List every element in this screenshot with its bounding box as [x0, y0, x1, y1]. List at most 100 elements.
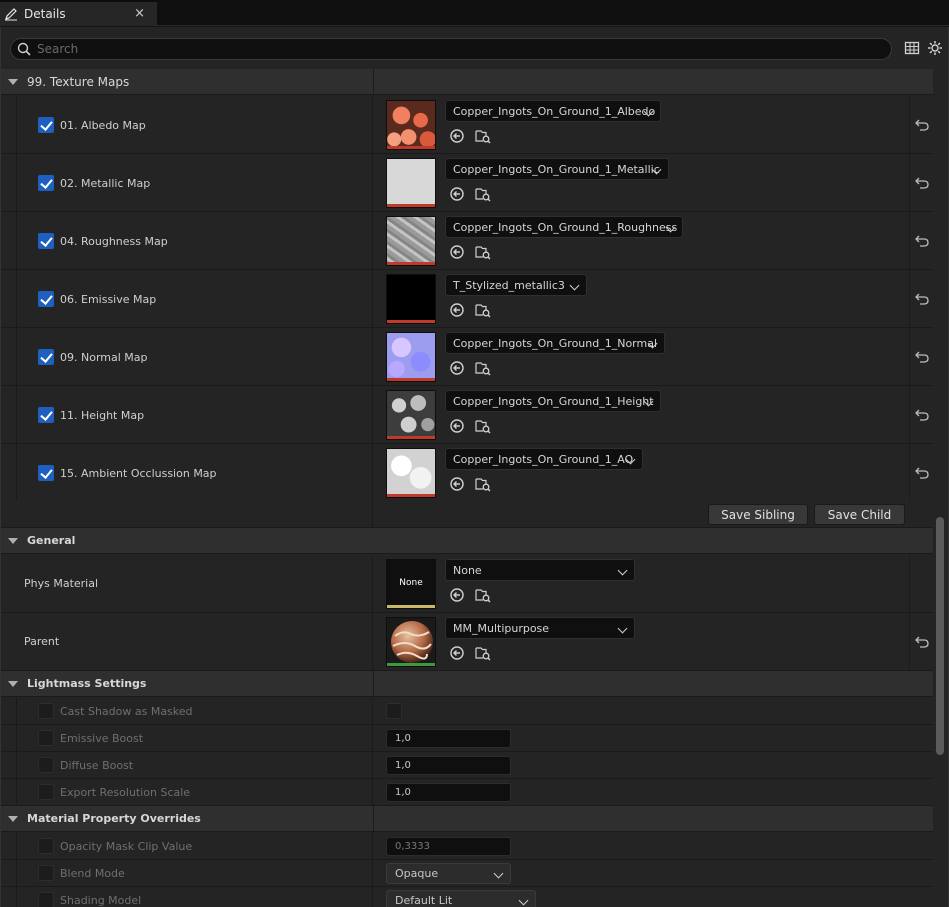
texture-asset-dropdown[interactable]: Copper_Ingots_On_Ground_1_Albedo: [445, 100, 661, 122]
override-checkbox[interactable]: [38, 784, 54, 800]
texture-thumbnail[interactable]: [386, 100, 436, 150]
use-selected-icon[interactable]: [449, 418, 465, 434]
scrollbar[interactable]: [933, 69, 948, 907]
use-selected-icon[interactable]: [449, 360, 465, 376]
override-checkbox[interactable]: [38, 730, 54, 746]
texture-asset-dropdown[interactable]: T_Stylized_metallic3: [445, 274, 587, 296]
browse-asset-icon[interactable]: [475, 360, 491, 376]
override-checkbox[interactable]: [38, 838, 54, 854]
override-checkbox[interactable]: [38, 465, 54, 481]
save-sibling-button[interactable]: Save Sibling: [708, 504, 808, 525]
browse-asset-icon[interactable]: [475, 128, 491, 144]
cast-shadow-checkbox[interactable]: [386, 703, 402, 719]
collapse-arrow-icon[interactable]: [8, 537, 18, 544]
override-checkbox[interactable]: [38, 291, 54, 307]
reset-to-default-icon[interactable]: [915, 119, 929, 131]
table-view-icon[interactable]: [904, 40, 920, 56]
name-column: Opacity Mask Clip Value: [1, 833, 373, 859]
use-selected-icon[interactable]: [449, 128, 465, 144]
save-child-button[interactable]: Save Child: [814, 504, 905, 525]
category-material-property-overrides[interactable]: Material Property Overrides: [1, 806, 933, 832]
name-column: Emissive Boost: [1, 725, 373, 751]
override-checkbox[interactable]: [38, 892, 54, 907]
category-lightmass-settings[interactable]: Lightmass Settings: [1, 671, 933, 697]
category-general[interactable]: General: [1, 528, 933, 554]
category-texture-maps[interactable]: 99. Texture Maps: [1, 69, 933, 95]
browse-asset-icon[interactable]: [475, 186, 491, 202]
texture-map-label: 06. Emissive Map: [60, 293, 157, 306]
reset-to-default-icon[interactable]: [915, 636, 929, 648]
dropdown-value: Opaque: [395, 867, 439, 880]
reset-column: [909, 444, 933, 501]
override-checkbox[interactable]: [38, 117, 54, 133]
details-tab[interactable]: Details ×: [0, 0, 157, 26]
close-icon[interactable]: ×: [134, 6, 145, 21]
browse-asset-icon[interactable]: [475, 244, 491, 260]
reset-to-default-icon[interactable]: [915, 293, 929, 305]
scrollbar-thumb[interactable]: [936, 517, 944, 755]
texture-asset-dropdown[interactable]: Copper_Ingots_On_Ground_1_Normal: [445, 332, 665, 354]
override-checkbox[interactable]: [38, 757, 54, 773]
texture-map-row: 15. Ambient Occlussion Map Copper_Ingots…: [1, 444, 933, 502]
use-selected-icon[interactable]: [449, 587, 465, 603]
value-column: Copper_Ingots_On_Ground_1_Height: [374, 386, 909, 443]
texture-thumbnail[interactable]: [386, 216, 436, 266]
thumbnail-color-bar: [387, 605, 435, 608]
reset-to-default-icon[interactable]: [915, 467, 929, 479]
texture-asset-dropdown[interactable]: Copper_Ingots_On_Ground_1_Roughness: [445, 216, 683, 238]
use-selected-icon[interactable]: [449, 186, 465, 202]
shading-model-dropdown[interactable]: Default Lit: [386, 890, 536, 907]
reset-to-default-icon[interactable]: [915, 235, 929, 247]
override-checkbox[interactable]: [38, 233, 54, 249]
tab-bar: Details ×: [0, 0, 949, 26]
collapse-arrow-icon[interactable]: [8, 78, 18, 85]
texture-thumbnail[interactable]: [386, 274, 436, 324]
asset-thumbnail[interactable]: None: [386, 559, 436, 609]
collapse-arrow-icon[interactable]: [8, 680, 18, 687]
override-checkbox[interactable]: [38, 175, 54, 191]
export-resolution-input[interactable]: 1,0: [386, 783, 511, 802]
reset-to-default-icon[interactable]: [915, 409, 929, 421]
override-checkbox[interactable]: [38, 865, 54, 881]
texture-map-label: 02. Metallic Map: [60, 177, 151, 190]
parent-dropdown[interactable]: MM_Multipurpose: [445, 617, 635, 639]
name-column: Phys Material: [1, 555, 373, 612]
browse-asset-icon[interactable]: [475, 302, 491, 318]
settings-gear-icon[interactable]: [927, 40, 943, 56]
texture-thumbnail[interactable]: [386, 448, 436, 498]
override-checkbox[interactable]: [38, 349, 54, 365]
diffuse-boost-input[interactable]: 1,0: [386, 756, 511, 775]
collapse-arrow-icon[interactable]: [8, 815, 18, 822]
chevron-down-icon: [569, 280, 580, 291]
indent-line: [16, 444, 17, 501]
override-checkbox[interactable]: [38, 407, 54, 423]
tab-title: Details: [24, 7, 66, 21]
blend-mode-dropdown[interactable]: Opaque: [386, 863, 511, 884]
search-box[interactable]: [10, 38, 892, 60]
opacity-mask-input[interactable]: 0,3333: [386, 837, 511, 856]
parent-row: Parent MM_Multipurpose: [1, 613, 933, 671]
use-selected-icon[interactable]: [449, 244, 465, 260]
texture-thumbnail[interactable]: [386, 332, 436, 382]
search-input[interactable]: [37, 42, 857, 56]
emissive-boost-input[interactable]: 1,0: [386, 729, 511, 748]
texture-asset-dropdown[interactable]: Copper_Ingots_On_Ground_1_Height: [445, 390, 661, 412]
reset-to-default-icon[interactable]: [915, 177, 929, 189]
phys-material-dropdown[interactable]: None: [445, 559, 635, 581]
texture-thumbnail[interactable]: [386, 390, 436, 440]
texture-thumbnail[interactable]: [386, 158, 436, 208]
browse-asset-icon[interactable]: [475, 587, 491, 603]
browse-asset-icon[interactable]: [475, 418, 491, 434]
use-selected-icon[interactable]: [449, 645, 465, 661]
use-selected-icon[interactable]: [449, 476, 465, 492]
reset-to-default-icon[interactable]: [915, 351, 929, 363]
texture-asset-dropdown[interactable]: Copper_Ingots_On_Ground_1_AO: [445, 448, 643, 470]
use-selected-icon[interactable]: [449, 302, 465, 318]
indent-line: [16, 725, 17, 751]
browse-asset-icon[interactable]: [475, 476, 491, 492]
browse-asset-icon[interactable]: [475, 645, 491, 661]
value-column: 1,0: [374, 752, 909, 778]
override-checkbox[interactable]: [38, 703, 54, 719]
asset-thumbnail[interactable]: [386, 617, 436, 667]
texture-asset-dropdown[interactable]: Copper_Ingots_On_Ground_1_Metallic: [445, 158, 669, 180]
